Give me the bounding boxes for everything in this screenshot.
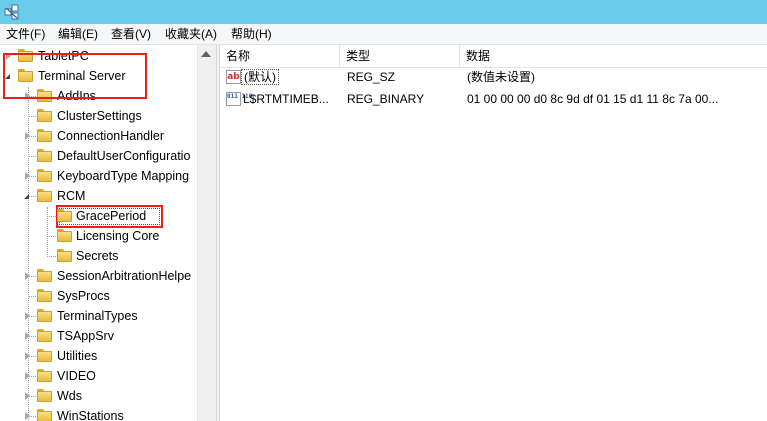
- tree-item-label: Secrets: [76, 249, 119, 263]
- tree-item-winstations[interactable]: WinStations: [0, 406, 196, 421]
- registry-values-list[interactable]: 名称 类型 数据 ab (默认) REG_SZ (数值未设置) 011 110 …: [220, 45, 767, 421]
- value-type: REG_SZ: [347, 70, 396, 84]
- expand-arrow-icon[interactable]: [25, 312, 30, 320]
- tree-scrollbar[interactable]: [197, 45, 216, 421]
- menu-view[interactable]: 查看(V): [111, 27, 151, 42]
- folder-icon: [37, 289, 52, 303]
- value-name: (默认): [241, 69, 279, 85]
- tree-item-utilities[interactable]: Utilities: [0, 346, 196, 366]
- menu-file[interactable]: 文件(F): [6, 27, 45, 42]
- tree-item-label: Wds: [57, 389, 82, 403]
- expand-arrow-icon[interactable]: [25, 352, 30, 360]
- tree-item-label: KeyboardType Mapping: [57, 169, 190, 183]
- expand-arrow-icon[interactable]: [25, 392, 30, 400]
- folder-icon: [57, 249, 72, 263]
- tree-item-sessionarbitrationhelper[interactable]: SessionArbitrationHelpe: [0, 266, 196, 286]
- folder-icon: [37, 329, 52, 343]
- collapse-arrow-icon[interactable]: [24, 194, 29, 199]
- folder-icon: [57, 229, 72, 243]
- tree-item-label: Utilities: [57, 349, 98, 363]
- scroll-up-arrow-icon[interactable]: [201, 51, 211, 57]
- tree-item-label: RCM: [57, 189, 86, 203]
- folder-icon: [57, 209, 72, 223]
- expand-arrow-icon[interactable]: [25, 372, 30, 380]
- string-value-icon: ab: [226, 70, 241, 84]
- tree-item-secrets[interactable]: Secrets: [0, 246, 196, 266]
- folder-icon: [37, 129, 52, 143]
- folder-icon: [37, 149, 52, 163]
- tree-item-sysprocs[interactable]: SysProcs: [0, 286, 196, 306]
- expand-arrow-icon[interactable]: [25, 332, 30, 340]
- tree-item-clustersettings[interactable]: ClusterSettings: [0, 106, 196, 126]
- menu-bar: 文件(F) 编辑(E) 查看(V) 收藏夹(A) 帮助(H): [0, 24, 767, 45]
- binary-value-icon: 011 110: [226, 92, 252, 106]
- tree-item-wds[interactable]: Wds: [0, 386, 196, 406]
- expand-arrow-icon[interactable]: [25, 412, 30, 420]
- folder-icon: [37, 349, 52, 363]
- tree-item-video[interactable]: VIDEO: [0, 366, 196, 386]
- tree-item-label: ConnectionHandler: [57, 129, 165, 143]
- tree-item-label: GracePeriod: [76, 209, 147, 223]
- folder-open-icon: [37, 189, 52, 203]
- tree-item-graceperiod[interactable]: GracePeriod: [0, 206, 196, 226]
- expand-arrow-icon[interactable]: [25, 172, 30, 180]
- tree-item-terminaltypes[interactable]: TerminalTypes: [0, 306, 196, 326]
- tree-item-label: VIDEO: [57, 369, 96, 383]
- value-type: REG_BINARY: [347, 92, 425, 106]
- menu-favorites[interactable]: 收藏夹(A): [165, 27, 217, 42]
- tree-item-label: TSAppSrv: [57, 329, 114, 343]
- tree-item-connectionhandler[interactable]: ConnectionHandler: [0, 126, 196, 146]
- menu-help[interactable]: 帮助(H): [231, 27, 272, 42]
- menu-edit[interactable]: 编辑(E): [58, 27, 98, 42]
- folder-icon: [37, 169, 52, 183]
- list-header: 名称 类型 数据: [220, 45, 767, 68]
- list-row-default[interactable]: ab (默认) REG_SZ (数值未设置): [220, 67, 767, 87]
- tree-item-label: SessionArbitrationHelpe: [57, 269, 192, 283]
- value-name: L$RTMTIMEB...: [243, 92, 329, 106]
- column-header-data[interactable]: 数据: [460, 45, 767, 68]
- value-data: (数值未设置): [467, 70, 535, 84]
- registry-editor-icon: [4, 4, 19, 20]
- tree-item-label: SysProcs: [57, 289, 110, 303]
- value-data: 01 00 00 00 d0 8c 9d df 01 15 d1 11 8c 7…: [467, 92, 719, 106]
- expand-arrow-icon[interactable]: [25, 272, 30, 280]
- highlight-box: [3, 53, 147, 99]
- tree-item-label: TerminalTypes: [57, 309, 138, 323]
- folder-icon: [37, 109, 52, 123]
- tree-item-label: ClusterSettings: [57, 109, 142, 123]
- folder-icon: [37, 269, 52, 283]
- tree-item-licensing-core[interactable]: Licensing Core: [0, 226, 196, 246]
- registry-tree[interactable]: TabletPC Terminal Server AddIns ClusterS…: [0, 45, 216, 421]
- column-header-type[interactable]: 类型: [340, 45, 460, 68]
- tree-item-label: DefaultUserConfiguratio: [57, 149, 191, 163]
- folder-icon: [37, 389, 52, 403]
- tree-item-label: Licensing Core: [76, 229, 160, 243]
- expand-arrow-icon[interactable]: [25, 132, 30, 140]
- list-row-rtmtimebomb[interactable]: 011 110 L$RTMTIMEB... REG_BINARY 01 00 0…: [220, 89, 767, 109]
- folder-icon: [37, 309, 52, 323]
- tree-item-label: WinStations: [57, 409, 124, 421]
- tree-item-keyboardtype-mapping[interactable]: KeyboardType Mapping: [0, 166, 196, 186]
- column-header-name[interactable]: 名称: [220, 45, 340, 68]
- folder-icon: [37, 409, 52, 421]
- window-titlebar[interactable]: [0, 0, 767, 24]
- tree-item-tsappsrv[interactable]: TSAppSrv: [0, 326, 196, 346]
- tree-item-rcm[interactable]: RCM: [0, 186, 196, 206]
- folder-icon: [37, 369, 52, 383]
- tree-item-defaultuserconfiguration[interactable]: DefaultUserConfiguratio: [0, 146, 196, 166]
